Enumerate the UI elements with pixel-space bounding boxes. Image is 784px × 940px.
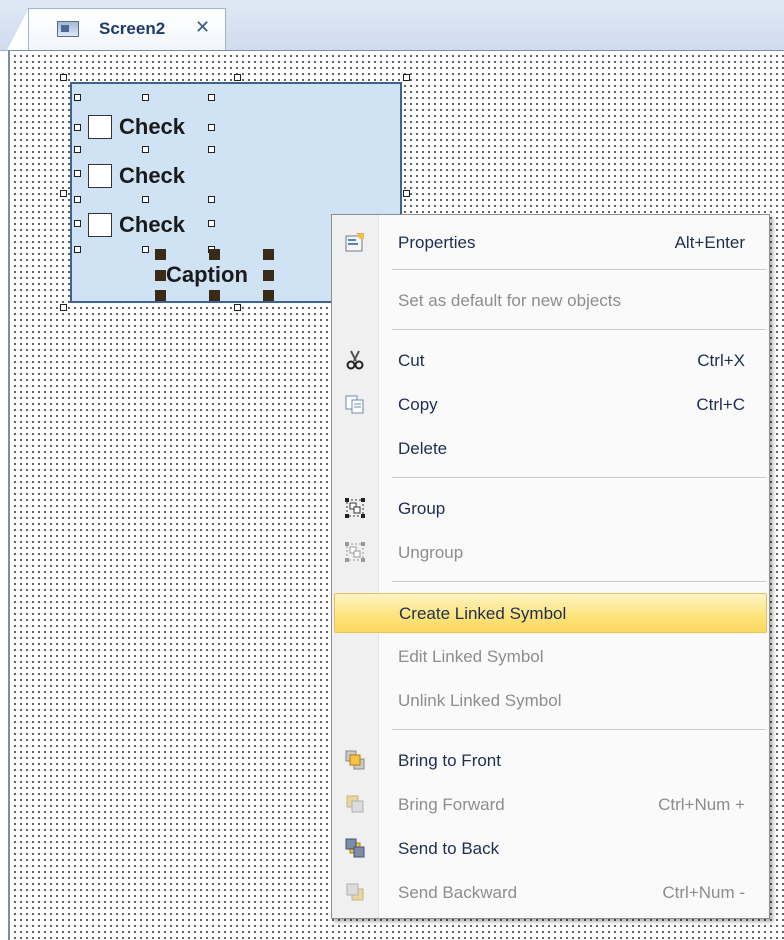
menu-item-shortcut: Ctrl+C [696,395,745,414]
menu-item-cut[interactable]: Cut Ctrl+X [334,341,767,381]
menu-item-delete[interactable]: Delete [334,429,767,469]
menu-item-shortcut: Ctrl+X [697,351,745,370]
menu-item-label: Edit Linked Symbol [398,647,544,666]
tab-label: Screen2 [99,19,166,38]
object-handle[interactable] [74,196,81,203]
checkbox-label: Check [119,114,186,139]
object-handle[interactable] [142,196,149,203]
menu-item-properties[interactable]: Properties Alt+Enter [334,223,767,263]
menu-item-group[interactable]: Group [334,489,767,529]
checkbox-label: Check [119,163,186,188]
object-handle[interactable] [74,246,81,253]
menu-item-label: Ungroup [398,543,464,562]
menu-item-copy[interactable]: Copy Ctrl+C [334,385,767,425]
menu-item-label: Delete [398,439,448,458]
menu-item-label: Properties [398,233,476,252]
menu-item-edit-linked-symbol[interactable]: Edit Linked Symbol [334,637,767,677]
resize-handle[interactable] [234,74,241,81]
ungroup-icon [345,542,365,562]
menu-item-label: Send Backward [398,883,518,902]
bring-to-front-icon [345,750,365,770]
resize-handle[interactable] [403,190,410,197]
copy-icon [345,395,364,414]
object-handle[interactable] [142,146,149,153]
menu-item-shortcut: Ctrl+Num + [658,795,745,814]
group-icon [345,498,365,518]
caption-handle[interactable] [209,290,220,301]
menu-item-send-to-back[interactable]: Send to Back [334,829,767,869]
object-handle[interactable] [142,94,149,101]
caption-handle[interactable] [209,249,220,260]
caption-handle[interactable] [155,270,166,281]
object-handle[interactable] [208,146,215,153]
send-backward-icon [346,883,364,901]
resize-handle[interactable] [60,74,67,81]
menu-separator [392,581,766,583]
caption-handle[interactable] [263,249,274,260]
send-to-back-icon [345,838,365,858]
object-handle[interactable] [142,246,149,253]
menu-item-set-as-default[interactable]: Set as default for new objects [334,281,767,321]
menu-item-label: Set as default for new objects [398,291,622,310]
screen-icon [57,21,79,37]
menu-item-label: Cut [398,351,425,370]
checkbox-box[interactable] [88,164,112,188]
object-handle[interactable] [208,220,215,227]
menu-item-ungroup[interactable]: Ungroup [334,533,767,573]
tab-screen2[interactable]: Screen2 ✕ [28,8,226,51]
menu-item-send-backward[interactable]: Send Backward Ctrl+Num - [334,873,767,913]
properties-icon [345,233,364,252]
object-handle[interactable] [208,124,215,131]
resize-handle[interactable] [234,304,241,311]
object-handle[interactable] [74,170,81,177]
close-icon[interactable]: ✕ [195,17,210,38]
caption-label[interactable]: Caption [166,262,248,288]
scissors-icon [346,350,364,370]
menu-item-label: Unlink Linked Symbol [398,691,562,710]
menu-item-label: Bring to Front [398,751,501,770]
object-handle[interactable] [208,94,215,101]
resize-handle[interactable] [60,304,67,311]
menu-item-label: Copy [398,395,438,414]
context-menu: Properties Alt+Enter Set as default for … [331,214,770,919]
checkbox-box[interactable] [88,213,112,237]
caption-handle[interactable] [263,270,274,281]
menu-item-label: Create Linked Symbol [399,604,567,623]
document-tab-strip: Screen2 ✕ [0,0,784,51]
resize-handle[interactable] [60,190,67,197]
menu-item-label: Send to Back [398,839,500,858]
menu-separator [392,729,766,731]
menu-item-label: Bring Forward [398,795,505,814]
checkbox-box[interactable] [88,115,112,139]
checkbox-1[interactable]: Check [88,114,185,140]
menu-item-shortcut: Ctrl+Num - [662,883,745,902]
tab-slant-edge [7,8,29,50]
checkbox-3[interactable]: Check [88,212,185,238]
object-handle[interactable] [74,124,81,131]
menu-separator [392,477,766,479]
caption-handle[interactable] [263,290,274,301]
menu-item-unlink-linked-symbol[interactable]: Unlink Linked Symbol [334,681,767,721]
menu-separator [392,269,766,271]
checkbox-2[interactable]: Check [88,163,185,189]
menu-item-shortcut: Alt+Enter [674,233,745,252]
resize-handle[interactable] [403,74,410,81]
menu-item-bring-to-front[interactable]: Bring to Front [334,741,767,781]
caption-handle[interactable] [155,290,166,301]
object-handle[interactable] [74,94,81,101]
menu-item-bring-forward[interactable]: Bring Forward Ctrl+Num + [334,785,767,825]
menu-separator [392,329,766,331]
checkbox-label: Check [119,212,186,237]
caption-handle[interactable] [155,249,166,260]
object-handle[interactable] [74,220,81,227]
menu-item-label: Group [398,499,446,518]
object-handle[interactable] [74,146,81,153]
menu-item-create-linked-symbol[interactable]: Create Linked Symbol [334,593,767,633]
object-handle[interactable] [208,196,215,203]
bring-forward-icon [346,795,364,813]
